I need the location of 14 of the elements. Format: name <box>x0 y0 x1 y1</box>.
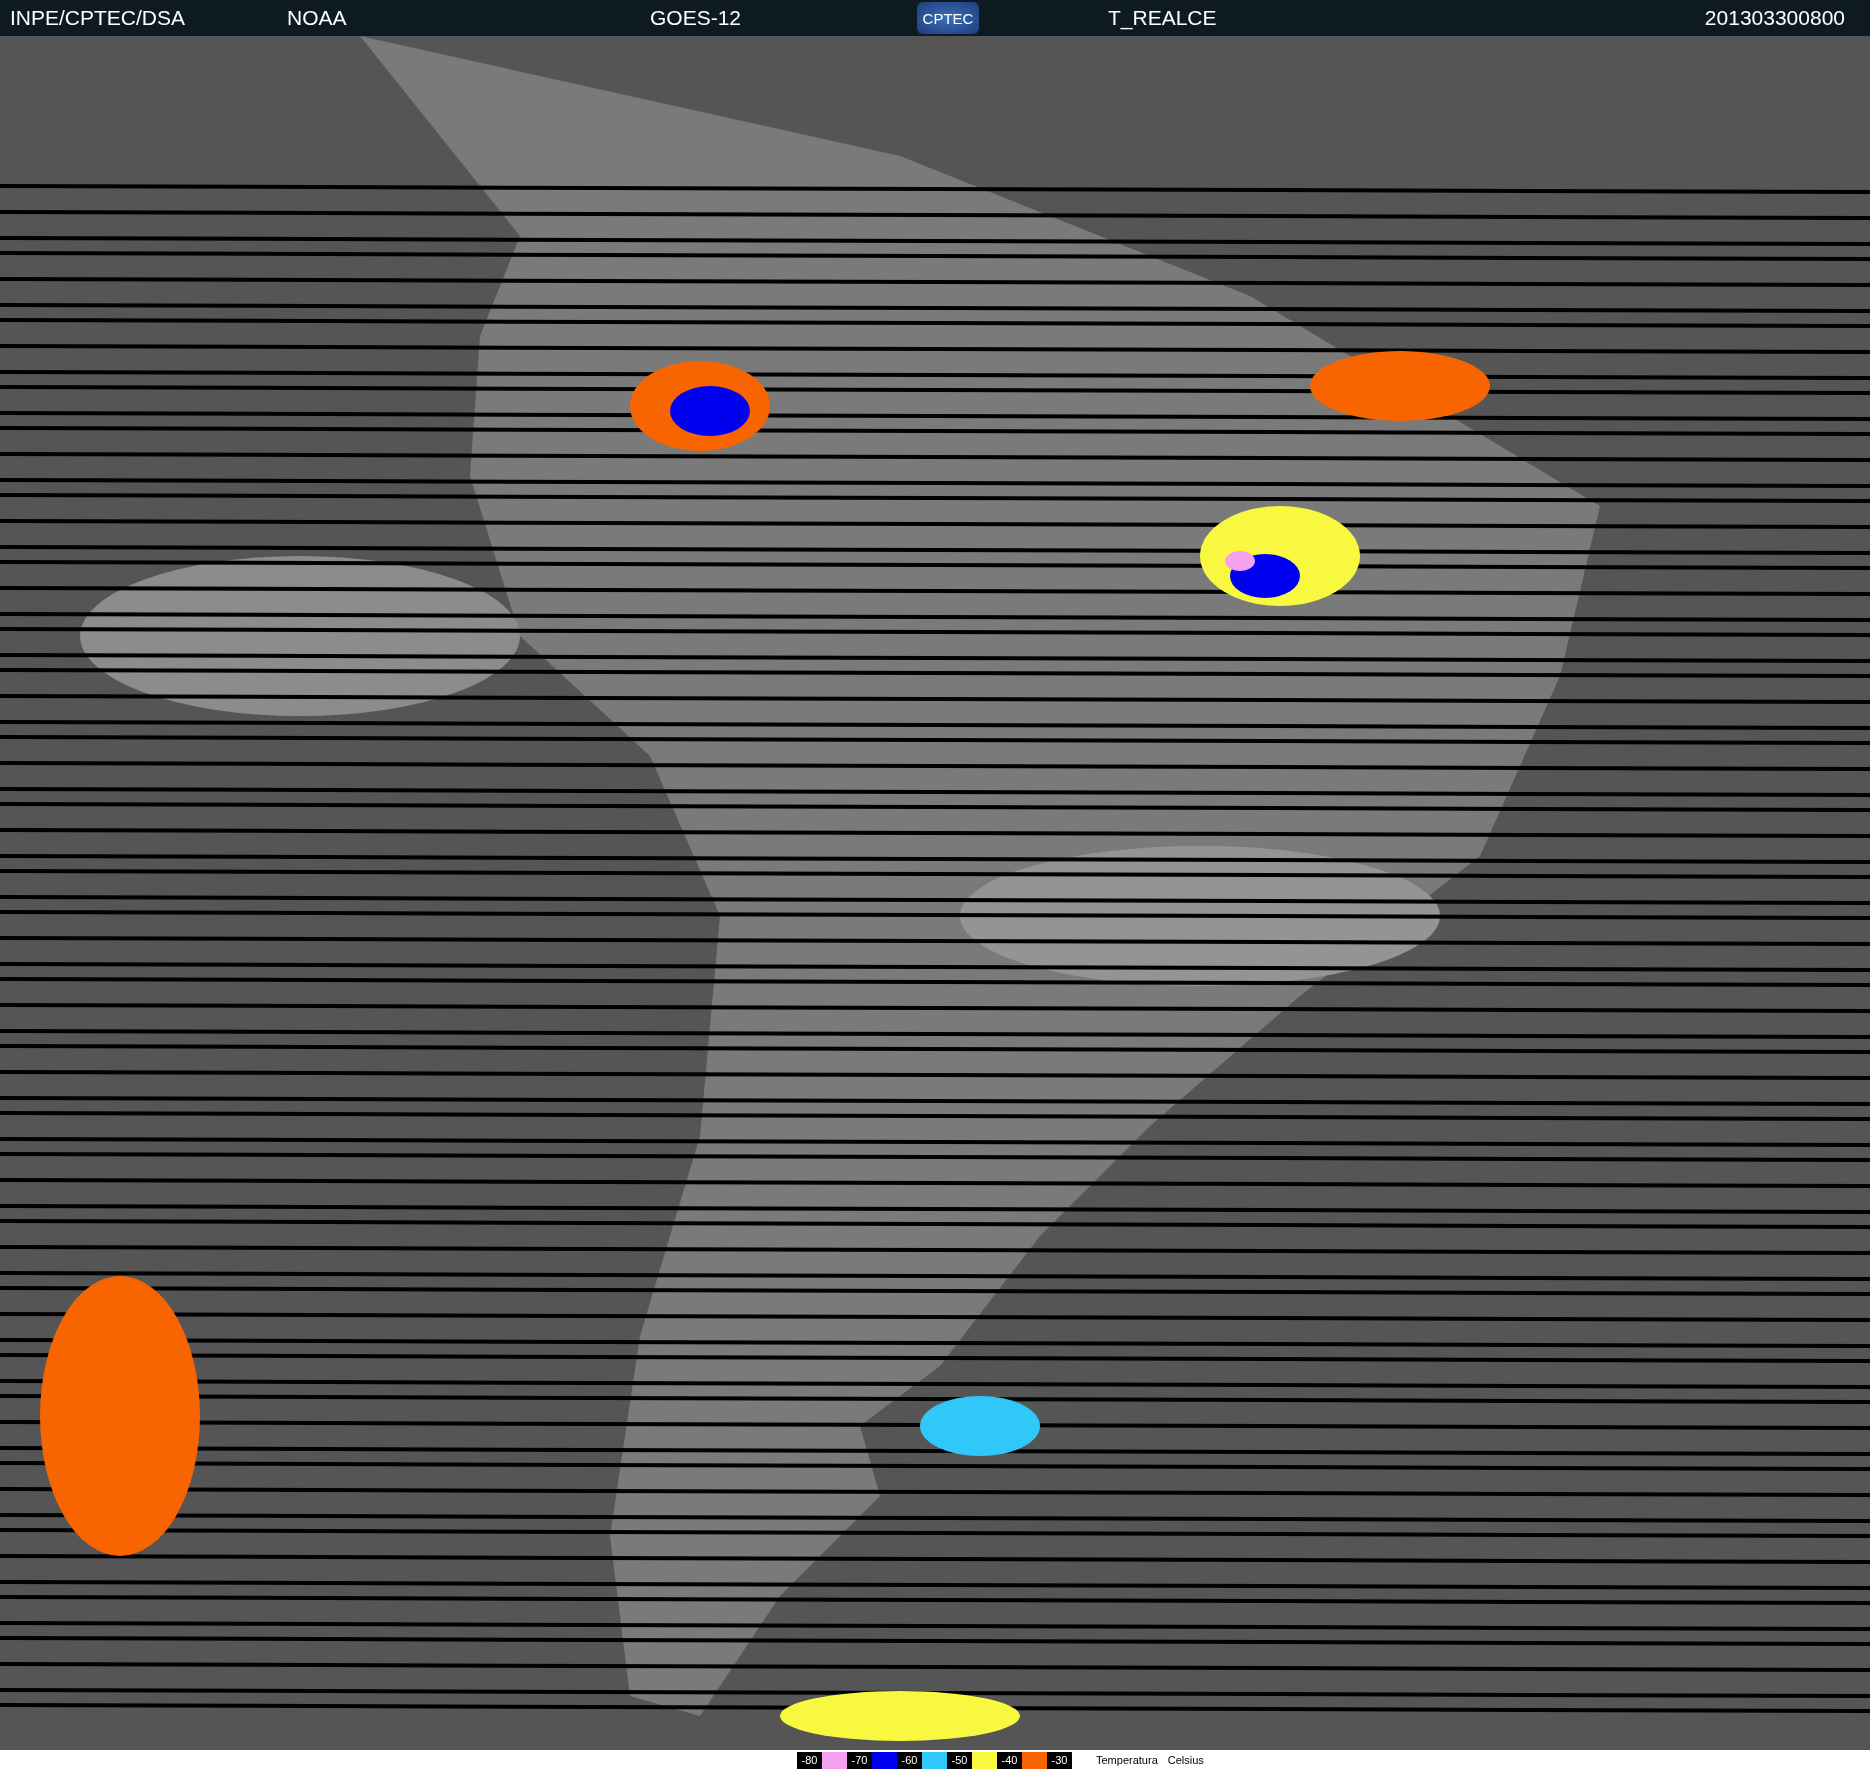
legend-value: -70 <box>847 1751 872 1769</box>
timestamp-label: 201303300800 <box>1704 6 1845 30</box>
legend-value: -60 <box>897 1751 922 1769</box>
legend-value: -40 <box>997 1751 1022 1769</box>
logo: CPTEC <box>917 2 979 34</box>
legend-value: -50 <box>947 1751 972 1769</box>
product-label: T_REALCE <box>1108 6 1217 30</box>
legend-value: -80 <box>797 1751 822 1769</box>
source-label: INPE/CPTEC/DSA <box>10 6 187 30</box>
legend-unit: Celsius <box>1167 1754 1204 1766</box>
legend-value: -30 <box>1047 1751 1072 1769</box>
agency-label: NOAA <box>287 6 348 30</box>
legend-quantity: Temperatura <box>1096 1754 1158 1766</box>
satellite-label: GOES-12 <box>650 6 743 30</box>
